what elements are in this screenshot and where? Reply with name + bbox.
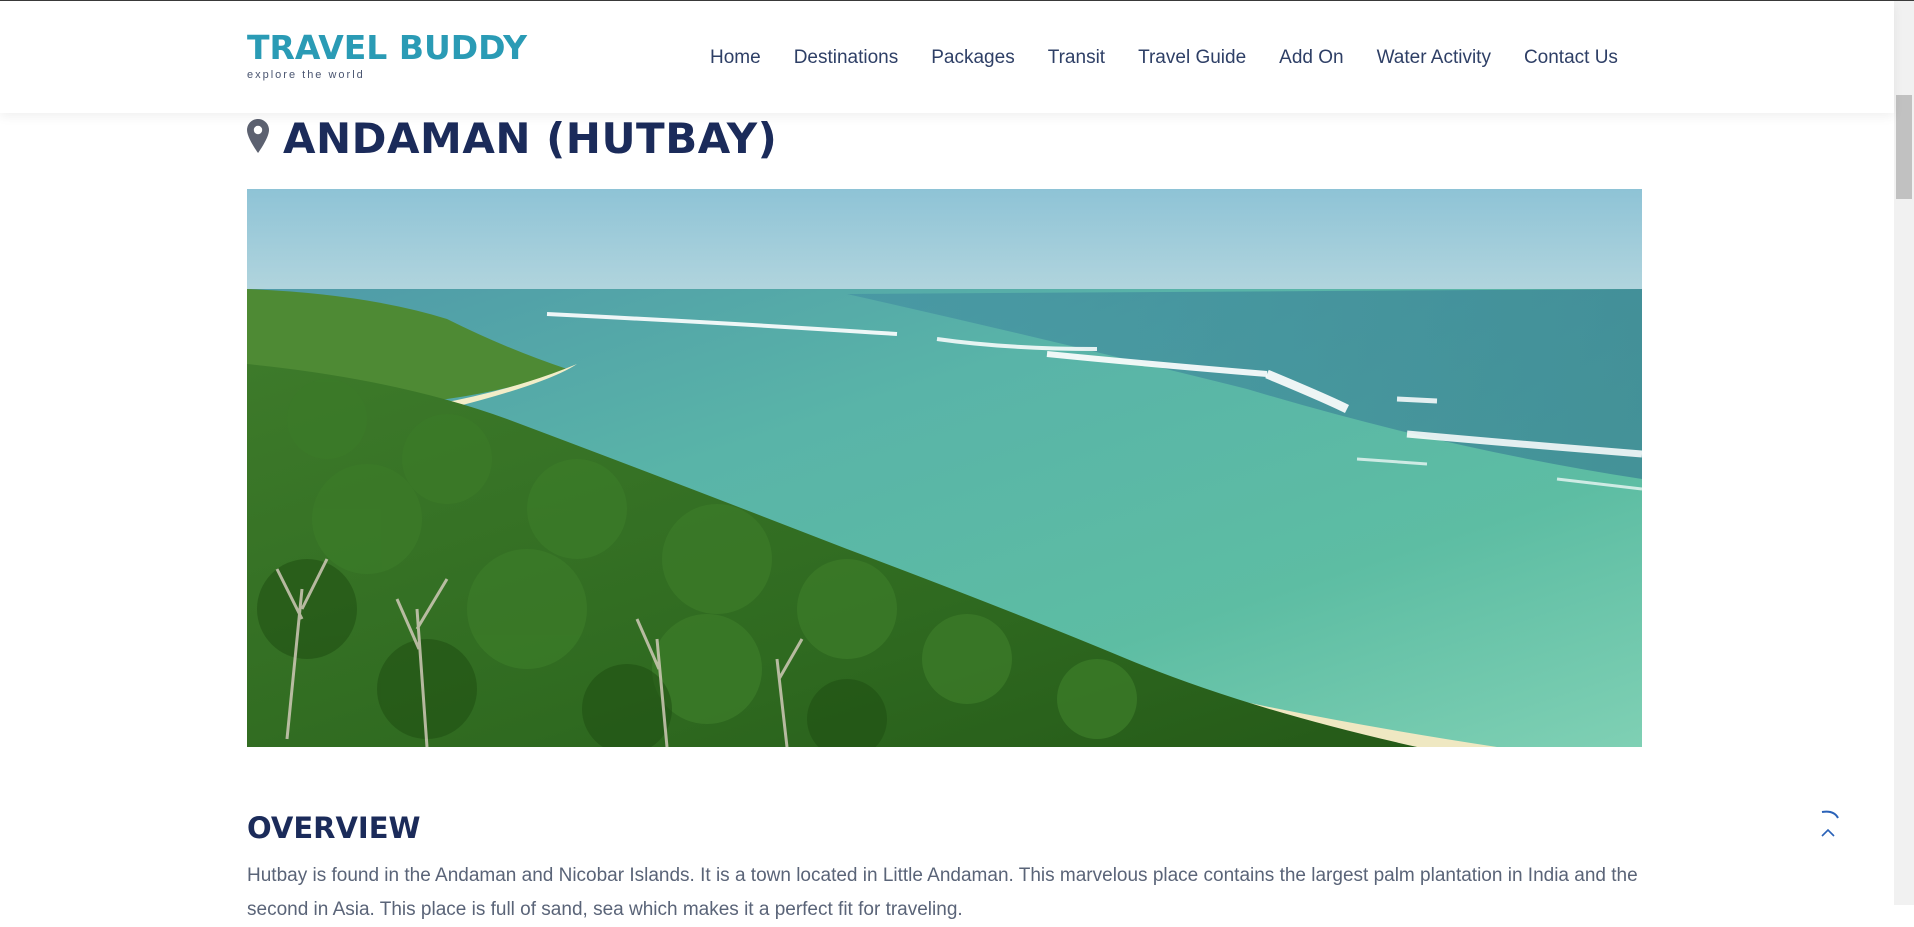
map-pin-icon [247, 118, 269, 153]
nav-water-activity[interactable]: Water Activity [1377, 47, 1491, 69]
logo-tagline: explore the world [247, 69, 365, 81]
nav-packages[interactable]: Packages [931, 47, 1014, 69]
overview-heading: OVERVIEW [247, 811, 421, 845]
main-nav: Home Destinations Packages Transit Trave… [710, 47, 1651, 69]
site-header: TRAVEL BUDDY explore the world Home Dest… [0, 1, 1894, 113]
hero-image [247, 189, 1642, 747]
chevron-up-icon [1821, 810, 1839, 837]
nav-transit[interactable]: Transit [1048, 47, 1105, 69]
nav-contact-us[interactable]: Contact Us [1524, 47, 1618, 69]
nav-add-on[interactable]: Add On [1279, 47, 1343, 69]
logo-title: TRAVEL BUDDY [247, 28, 528, 67]
scrollbar-thumb[interactable] [1896, 95, 1912, 199]
page-title-row: ANDAMAN (HUTBAY) [247, 114, 777, 163]
nav-travel-guide[interactable]: Travel Guide [1138, 47, 1246, 69]
site-logo[interactable]: TRAVEL BUDDY explore the world [247, 28, 528, 82]
back-to-top-button[interactable] [1808, 806, 1848, 846]
nav-home[interactable]: Home [710, 47, 761, 69]
overview-text: Hutbay is found in the Andaman and Nicob… [247, 865, 1638, 920]
coastline-photo [247, 189, 1642, 747]
nav-destinations[interactable]: Destinations [794, 47, 899, 69]
page-title: ANDAMAN (HUTBAY) [283, 114, 778, 163]
